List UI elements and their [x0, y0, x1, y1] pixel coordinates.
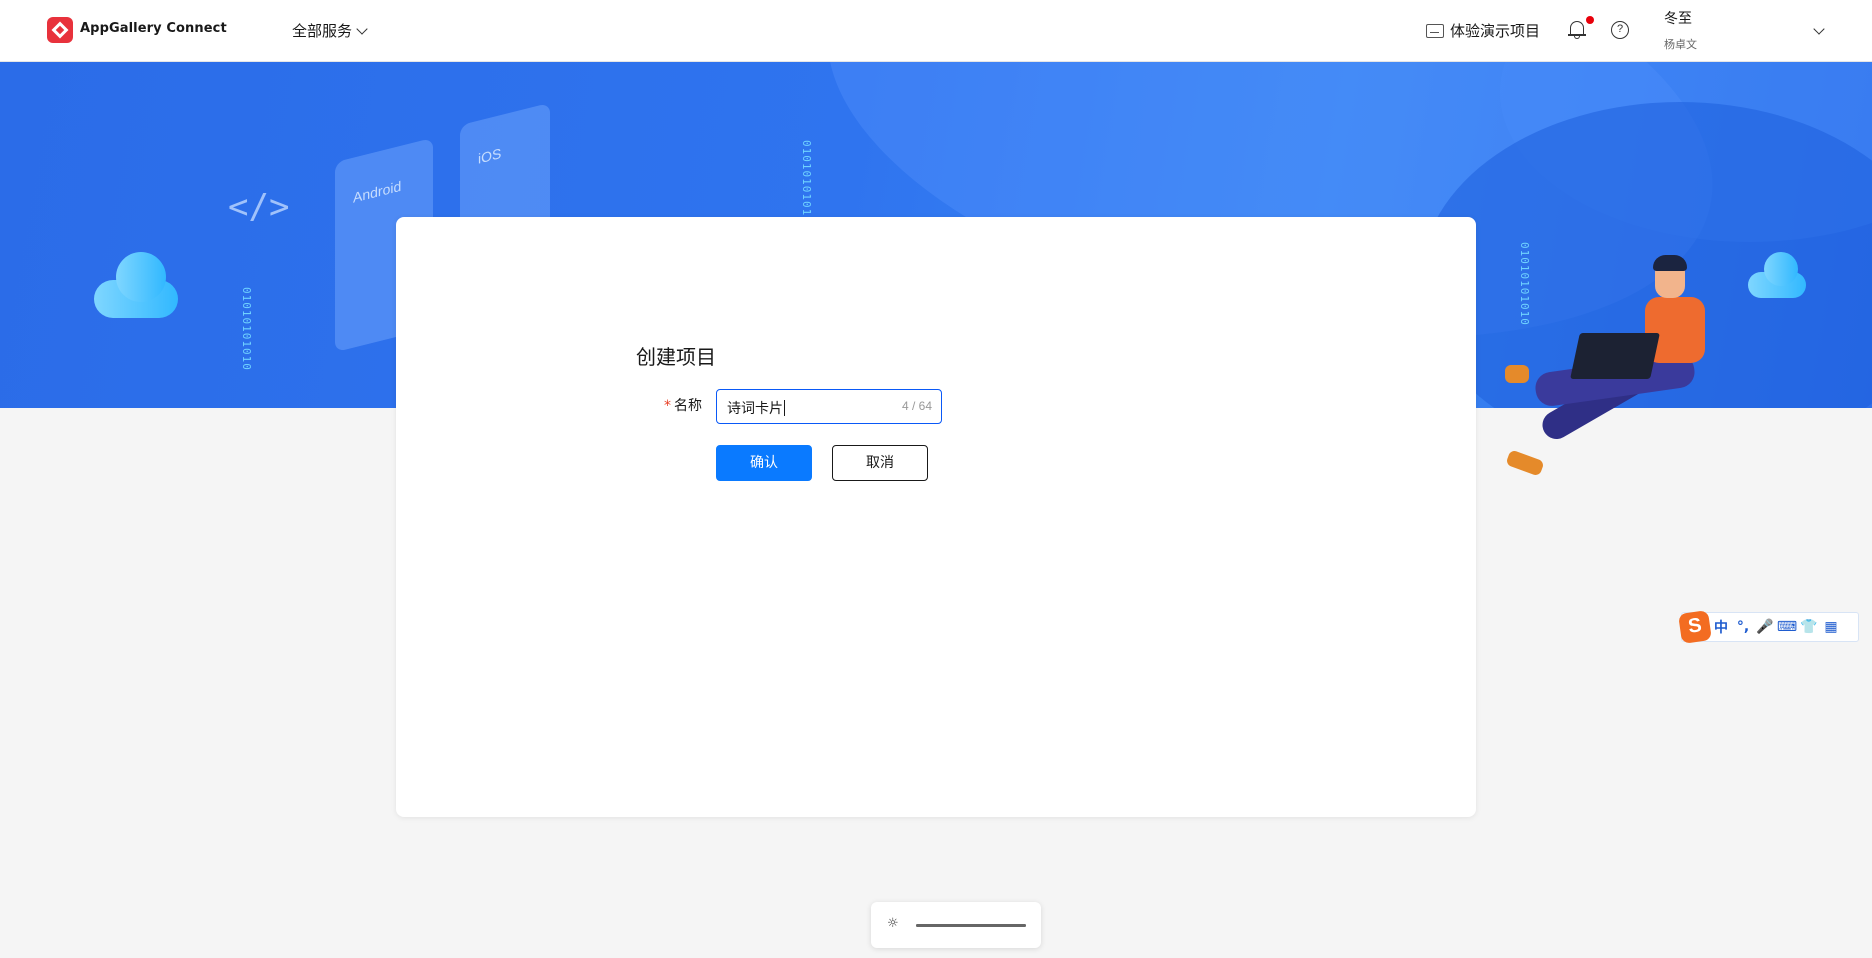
ios-label: iOS: [478, 144, 502, 167]
zoom-control: ☼: [871, 902, 1041, 948]
notification-badge: [1586, 16, 1594, 24]
ime-toolbar: S 中 °, 🎤 ⌨ 👕 ▦: [1678, 610, 1859, 644]
binary-decoration: 01010101010: [800, 140, 813, 224]
keyboard-icon[interactable]: ⌨: [1776, 619, 1798, 635]
project-name-value: 诗词卡片: [727, 400, 785, 417]
top-bar: AppGallery Connect 全部服务 体验演示项目 ? 冬至 杨卓文: [0, 0, 1872, 62]
chevron-down-icon: [356, 22, 368, 35]
skin-icon[interactable]: 👕: [1798, 619, 1820, 635]
appgallery-logo-icon[interactable]: [47, 17, 73, 43]
all-services-label: 全部服务: [292, 22, 353, 40]
help-icon[interactable]: ?: [1611, 21, 1629, 39]
ime-chinese-mode[interactable]: 中: [1710, 617, 1732, 637]
sogou-logo-icon[interactable]: S: [1678, 610, 1712, 644]
name-label-text: 名称: [674, 398, 702, 414]
character-counter: 4 / 64: [901, 399, 932, 413]
zoom-slider-fill: [916, 924, 1026, 927]
text-caret: [784, 400, 785, 416]
create-project-card: 创建项目 * 名称 诗词卡片 4 / 64 确认 取消: [396, 217, 1476, 817]
user-name[interactable]: 冬至: [1664, 8, 1692, 28]
name-field-label: * 名称: [664, 395, 702, 415]
zoom-slider[interactable]: [916, 924, 1026, 927]
all-services-menu[interactable]: 全部服务: [292, 20, 368, 41]
cloud-illustration: [94, 252, 178, 318]
binary-decoration: 01010101010: [240, 287, 253, 371]
brand-name[interactable]: AppGallery Connect: [80, 21, 227, 36]
required-mark: *: [664, 398, 671, 414]
demo-project-icon: [1426, 23, 1444, 38]
toolbox-icon[interactable]: ▦: [1820, 619, 1842, 635]
page-title: 创建项目: [636, 345, 716, 369]
person-with-laptop-illustration: [1495, 255, 1725, 495]
bell-icon[interactable]: [1568, 19, 1586, 39]
demo-project-label: 体验演示项目: [1450, 22, 1541, 40]
user-account-name[interactable]: 杨卓文: [1664, 36, 1697, 52]
demo-project-link[interactable]: 体验演示项目: [1426, 20, 1540, 41]
ime-punctuation-icon[interactable]: °,: [1732, 619, 1754, 635]
project-name-input[interactable]: 诗词卡片 4 / 64: [716, 389, 942, 424]
cancel-button[interactable]: 取消: [832, 445, 928, 481]
android-label: Android: [353, 177, 402, 206]
brightness-icon: ☼: [887, 916, 899, 931]
code-icon: </>: [228, 187, 290, 227]
confirm-button[interactable]: 确认: [716, 445, 812, 481]
microphone-icon[interactable]: 🎤: [1754, 619, 1776, 635]
cloud-illustration: [1748, 252, 1806, 298]
user-menu-chevron-icon[interactable]: [1813, 23, 1825, 35]
